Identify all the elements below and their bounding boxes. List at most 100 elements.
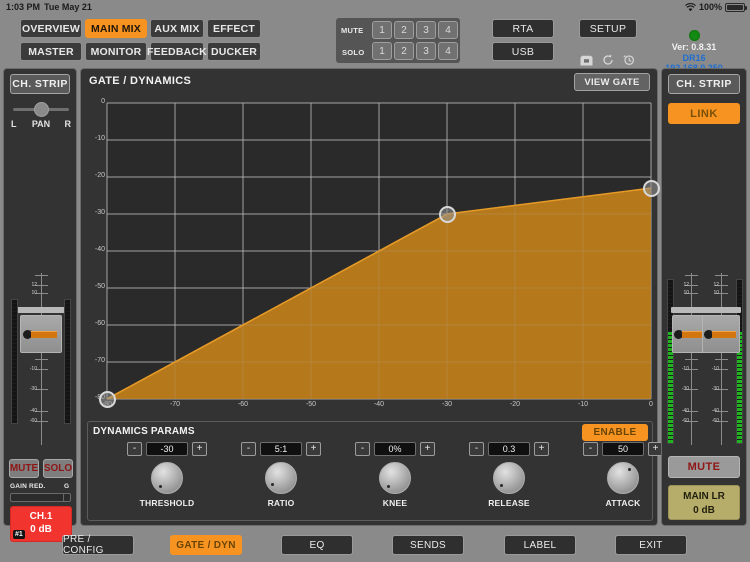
tab-gate-dyn[interactable]: GATE / DYN bbox=[170, 535, 242, 555]
save-box-icon[interactable] bbox=[580, 55, 593, 66]
mute-group-1[interactable]: 1 bbox=[372, 21, 392, 39]
enable-button[interactable]: ENABLE bbox=[582, 424, 648, 441]
matrix-solo-label: SOLO bbox=[342, 48, 365, 57]
scale-tick-m10: -10 bbox=[29, 366, 37, 372]
nav-main-mix[interactable]: MAIN MIX bbox=[85, 19, 147, 38]
master-r-tick-m40: -40 bbox=[711, 408, 719, 414]
knee-label: KNEE bbox=[382, 498, 408, 508]
nav-aux-mix[interactable]: AUX MIX bbox=[150, 19, 204, 38]
x-tick--30: -30 bbox=[441, 401, 453, 408]
scale-tick-10: 10 bbox=[31, 290, 37, 296]
knee-knob[interactable] bbox=[379, 462, 411, 494]
solo-group-2[interactable]: 2 bbox=[394, 42, 414, 60]
ios-status-bar: 1:03 PM Tue May 21 100% bbox=[0, 0, 750, 14]
main-lr-gain: 0 dB bbox=[693, 505, 715, 516]
attack-value[interactable]: 50 bbox=[602, 442, 644, 456]
param-threshold: - -30 + THRESHOLD bbox=[112, 442, 222, 508]
attack-decrement-button[interactable]: - bbox=[583, 442, 598, 456]
dynamics-graph[interactable]: 0-10-20-30-40-50-60-70-80 -80-70-60-50-4… bbox=[87, 95, 660, 415]
x-tick--70: -70 bbox=[169, 401, 181, 408]
channel-mute-button[interactable]: MUTE bbox=[9, 459, 39, 478]
tab-label[interactable]: LABEL bbox=[504, 535, 576, 555]
solo-group-3[interactable]: 3 bbox=[416, 42, 436, 60]
y-tick--60: -60 bbox=[94, 320, 105, 327]
master-fader-r[interactable]: 12 10 0 -10 -30 -40 -60 bbox=[701, 269, 741, 454]
bottom-toolbar: PRE / CONFIG GATE / DYN EQ SENDS LABEL E… bbox=[0, 530, 750, 562]
nav-overview[interactable]: OVERVIEW bbox=[20, 19, 82, 38]
right-level-meter bbox=[64, 299, 71, 424]
tab-sends[interactable]: SENDS bbox=[392, 535, 464, 555]
mute-group-4[interactable]: 4 bbox=[438, 21, 458, 39]
release-value[interactable]: 0.3 bbox=[488, 442, 530, 456]
x-tick--20: -20 bbox=[509, 401, 521, 408]
knee-value[interactable]: 0% bbox=[374, 442, 416, 456]
usb-button[interactable]: USB bbox=[492, 42, 554, 61]
release-knob[interactable] bbox=[493, 462, 525, 494]
main-lr-name: MAIN LR bbox=[683, 491, 725, 502]
pan-control[interactable]: L PAN R bbox=[8, 100, 74, 132]
ratio-increment-button[interactable]: + bbox=[306, 442, 321, 456]
dynamics-params-title: DYNAMICS PARAMS bbox=[93, 426, 195, 437]
battery-percent: 100% bbox=[698, 2, 722, 12]
threshold-knob[interactable] bbox=[151, 462, 183, 494]
knee-increment-button[interactable]: + bbox=[420, 442, 435, 456]
x-tick-0: 0 bbox=[649, 401, 653, 408]
ratio-value[interactable]: 5:1 bbox=[260, 442, 302, 456]
connection-led-icon bbox=[688, 30, 700, 41]
knee-decrement-button[interactable]: - bbox=[355, 442, 370, 456]
lower-handle[interactable] bbox=[98, 390, 116, 408]
rta-button[interactable]: RTA bbox=[492, 19, 554, 38]
left-ch-strip-button[interactable]: CH. STRIP bbox=[10, 74, 70, 94]
gate-dynamics-panel: GATE / DYNAMICS VIEW GATE 0 -10 -20 -30 -40 -… bbox=[80, 68, 663, 526]
solo-group-4[interactable]: 4 bbox=[438, 42, 458, 60]
param-ratio: -5:1 + RATIO bbox=[226, 442, 336, 508]
mute-group-2[interactable]: 2 bbox=[394, 21, 414, 39]
gain-reduction-meter bbox=[10, 493, 66, 502]
fader-handle[interactable]: 0 bbox=[20, 315, 62, 353]
tab-pre-config[interactable]: PRE / CONFIG bbox=[62, 534, 134, 556]
link-button[interactable]: LINK bbox=[668, 103, 740, 124]
channel-solo-button[interactable]: SOLO bbox=[43, 459, 73, 478]
threshold-increment-button[interactable]: + bbox=[192, 442, 207, 456]
gain-reduction-unit: G bbox=[63, 483, 69, 490]
main-lr-tile[interactable]: MAIN LR 0 dB bbox=[668, 485, 740, 520]
undo-arrow-icon[interactable] bbox=[602, 54, 614, 66]
right-ch-strip-button[interactable]: CH. STRIP bbox=[668, 74, 740, 94]
ratio-knob[interactable] bbox=[265, 462, 297, 494]
master-l-tick-m60: -60 bbox=[681, 418, 689, 424]
release-decrement-button[interactable]: - bbox=[469, 442, 484, 456]
nav-feedback[interactable]: FEEDBACK bbox=[147, 42, 207, 61]
threshold-decrement-button[interactable]: - bbox=[127, 442, 142, 456]
nav-effect[interactable]: EFFECT bbox=[207, 19, 261, 38]
scale-tick-m40: -40 bbox=[29, 408, 37, 414]
output-handle[interactable] bbox=[642, 179, 660, 197]
graph-svg bbox=[106, 102, 652, 400]
y-tick--30: -30 bbox=[94, 209, 105, 216]
nav-ducker[interactable]: DUCKER bbox=[207, 42, 261, 61]
history-clock-icon[interactable] bbox=[623, 54, 635, 66]
master-l-tick-10: 10 bbox=[683, 290, 689, 296]
left-channel-strip: CH. STRIP L PAN R 12 10 0 -10 bbox=[3, 68, 77, 542]
release-increment-button[interactable]: + bbox=[534, 442, 549, 456]
master-fader-l[interactable]: 12 10 0 -10 -30 -40 -60 bbox=[671, 269, 711, 454]
x-tick--60: -60 bbox=[237, 401, 249, 408]
master-fader-area: 12 10 0 -10 -30 -40 -60 12 10 0 -10 -30 … bbox=[662, 269, 748, 454]
nav-master[interactable]: MASTER bbox=[20, 42, 82, 61]
setup-button[interactable]: SETUP bbox=[579, 19, 637, 38]
pan-knob[interactable] bbox=[34, 102, 49, 117]
nav-monitor[interactable]: MONITOR bbox=[85, 42, 147, 61]
threshold-handle[interactable] bbox=[438, 205, 456, 223]
threshold-value[interactable]: -30 bbox=[146, 442, 188, 456]
tab-eq[interactable]: EQ bbox=[281, 535, 353, 555]
master-l-tick-m40: -40 bbox=[681, 408, 689, 414]
master-mute-button[interactable]: MUTE bbox=[668, 456, 740, 478]
master-meter-right-outer bbox=[736, 279, 743, 444]
tab-exit[interactable]: EXIT bbox=[615, 535, 687, 555]
solo-group-1[interactable]: 1 bbox=[372, 42, 392, 60]
mute-group-3[interactable]: 3 bbox=[416, 21, 436, 39]
view-gate-button[interactable]: VIEW GATE bbox=[574, 73, 650, 91]
attack-knob[interactable] bbox=[607, 462, 639, 494]
ratio-decrement-button[interactable]: - bbox=[241, 442, 256, 456]
pan-label: PAN bbox=[31, 119, 51, 129]
y-tick--40: -40 bbox=[94, 246, 105, 253]
